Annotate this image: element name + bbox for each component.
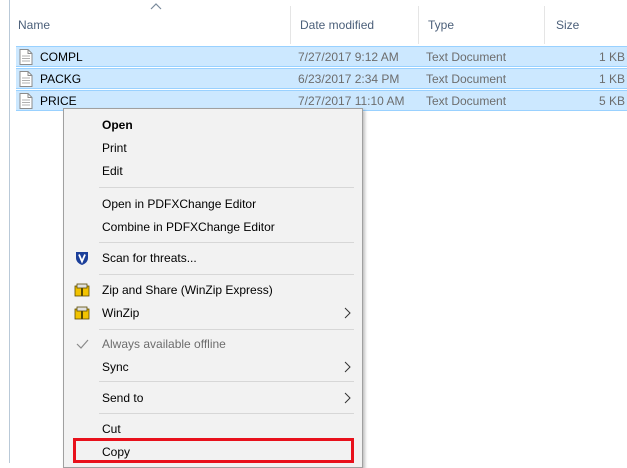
file-row[interactable]: PACKG 6/23/2017 2:34 PM Text Document 1 … xyxy=(16,68,627,89)
menu-item-label: Edit xyxy=(102,164,123,178)
file-row[interactable]: COMPL 7/27/2017 9:12 AM Text Document 1 … xyxy=(16,46,627,67)
file-name: PACKG xyxy=(40,72,82,86)
menu-item-winzip[interactable]: WinZip xyxy=(66,302,360,324)
menu-item-edit[interactable]: Edit xyxy=(66,160,360,182)
menu-separator xyxy=(99,187,354,188)
menu-item-label: Open in PDFXChange Editor xyxy=(102,197,257,211)
column-divider[interactable] xyxy=(290,6,291,44)
menu-item-label: Cut xyxy=(102,422,121,436)
menu-item-scan-for-threats[interactable]: Scan for threats... xyxy=(66,247,360,269)
menu-item-label: WinZip xyxy=(102,306,140,320)
chevron-right-icon xyxy=(344,392,351,404)
checkmark-icon xyxy=(76,339,89,349)
file-name: PRICE xyxy=(40,94,77,108)
winzip-icon xyxy=(74,306,90,320)
column-header-date-modified[interactable]: Date modified xyxy=(300,18,374,32)
menu-separator xyxy=(99,329,354,330)
menu-item-open[interactable]: Open xyxy=(66,114,360,136)
menu-item-label: Scan for threats... xyxy=(102,251,197,265)
menu-item-label: Always available offline xyxy=(102,337,226,351)
chevron-right-icon xyxy=(344,361,351,373)
menu-item-label: Print xyxy=(102,141,127,155)
column-header-name[interactable]: Name xyxy=(18,18,50,32)
column-header-row: Name Date modified Type Size xyxy=(10,0,627,44)
sort-ascending-icon[interactable] xyxy=(150,2,162,10)
file-date-modified: 7/27/2017 9:12 AM xyxy=(298,50,399,64)
menu-separator xyxy=(99,413,354,414)
chevron-right-icon xyxy=(344,307,351,319)
menu-item-label: Zip and Share (WinZip Express) xyxy=(102,283,273,297)
file-size: 1 KB xyxy=(598,50,625,64)
menu-item-open-pdfxchange[interactable]: Open in PDFXChange Editor xyxy=(66,193,360,215)
column-divider[interactable] xyxy=(544,6,545,44)
context-menu: Open Print Edit Open in PDFXChange Edito… xyxy=(63,108,363,468)
text-document-icon xyxy=(19,71,33,87)
text-document-icon xyxy=(19,93,33,109)
menu-item-send-to[interactable]: Send to xyxy=(66,387,360,409)
menu-separator xyxy=(99,381,354,382)
file-date-modified: 6/23/2017 2:34 PM xyxy=(298,72,400,86)
copy-highlight-annotation xyxy=(73,438,354,463)
file-explorer-window: Name Date modified Type Size COMPL 7/27/… xyxy=(0,0,627,468)
menu-item-cut[interactable]: Cut xyxy=(66,418,360,440)
file-size: 5 KB xyxy=(598,94,625,108)
file-size: 1 KB xyxy=(598,72,625,86)
file-name: COMPL xyxy=(40,50,83,64)
menu-item-label: Combine in PDFXChange Editor xyxy=(102,220,275,234)
file-type: Text Document xyxy=(426,50,507,64)
file-date-modified: 7/27/2017 11:10 AM xyxy=(298,94,405,108)
column-divider[interactable] xyxy=(418,6,419,44)
shield-icon xyxy=(76,252,88,265)
file-type: Text Document xyxy=(426,94,507,108)
menu-separator xyxy=(99,274,354,275)
column-header-size[interactable]: Size xyxy=(556,18,579,32)
menu-item-print[interactable]: Print xyxy=(66,137,360,159)
file-type: Text Document xyxy=(426,72,507,86)
text-document-icon xyxy=(19,49,33,65)
menu-item-label: Sync xyxy=(102,360,129,374)
menu-item-combine-pdfxchange[interactable]: Combine in PDFXChange Editor xyxy=(66,216,360,238)
pane-border xyxy=(9,0,10,463)
winzip-icon xyxy=(74,283,90,297)
menu-separator xyxy=(99,242,354,243)
menu-item-sync[interactable]: Sync xyxy=(66,356,360,378)
menu-item-always-available-offline: Always available offline xyxy=(66,333,360,355)
menu-item-label: Send to xyxy=(102,391,144,405)
column-header-type[interactable]: Type xyxy=(428,18,454,32)
menu-item-label: Open xyxy=(102,118,133,132)
menu-item-zip-and-share[interactable]: Zip and Share (WinZip Express) xyxy=(66,279,360,301)
